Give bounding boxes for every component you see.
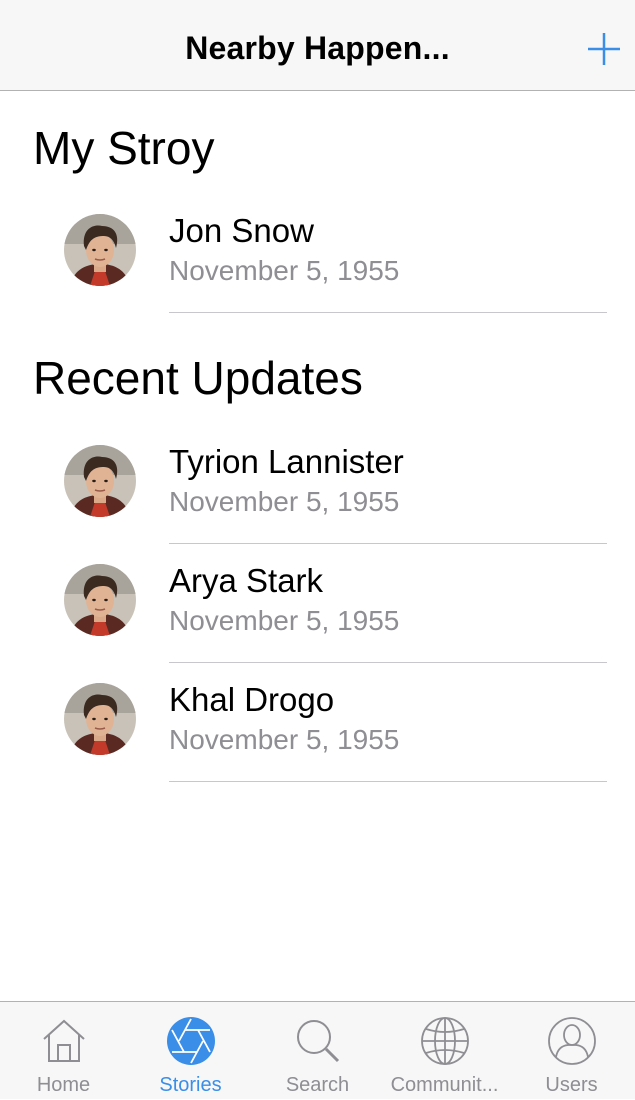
person-name: Arya Stark bbox=[169, 562, 324, 599]
section-header-my-story: My Stroy bbox=[33, 122, 215, 174]
list-item[interactable]: Khal Drogo November 5, 1955 bbox=[0, 663, 635, 782]
search-icon bbox=[297, 1020, 340, 1063]
page-title: Nearby Happen... bbox=[185, 30, 450, 66]
tab-label: Communit... bbox=[390, 1074, 499, 1096]
tab-bar: Home Stories Search Communit... Users bbox=[0, 1001, 635, 1099]
plus-icon[interactable] bbox=[585, 30, 623, 68]
post-date: November 5, 1955 bbox=[169, 605, 400, 636]
list-item[interactable]: Arya Stark November 5, 1955 bbox=[0, 544, 635, 663]
avatar bbox=[64, 214, 136, 286]
tab-label: Users bbox=[545, 1074, 598, 1096]
divider bbox=[169, 312, 607, 313]
aperture-icon bbox=[167, 1017, 215, 1065]
avatar bbox=[64, 564, 136, 636]
person-name: Jon Snow bbox=[169, 212, 314, 249]
home-icon bbox=[43, 1019, 85, 1062]
post-date: November 5, 1955 bbox=[169, 486, 400, 517]
globe-icon bbox=[421, 1017, 469, 1065]
tab-label: Stories bbox=[159, 1074, 222, 1096]
divider bbox=[169, 781, 607, 782]
tab-stories[interactable]: Stories bbox=[127, 1002, 254, 1100]
list-item[interactable]: Tyrion Lannister November 5, 1955 bbox=[0, 425, 635, 544]
post-date: November 5, 1955 bbox=[169, 724, 400, 755]
tab-users[interactable]: Users bbox=[508, 1002, 635, 1100]
tab-label: Search bbox=[285, 1074, 350, 1096]
person-name: Tyrion Lannister bbox=[169, 443, 404, 480]
post-date: November 5, 1955 bbox=[169, 255, 400, 286]
tab-label: Home bbox=[36, 1074, 91, 1096]
user-icon bbox=[548, 1017, 596, 1065]
section-header-recent-updates: Recent Updates bbox=[33, 352, 363, 404]
tab-community[interactable]: Communit... bbox=[381, 1002, 508, 1100]
tab-home[interactable]: Home bbox=[0, 1002, 127, 1100]
navigation-bar: Nearby Happen... bbox=[0, 0, 635, 91]
avatar bbox=[64, 445, 136, 517]
person-name: Khal Drogo bbox=[169, 681, 335, 718]
avatar bbox=[64, 683, 136, 755]
tab-search[interactable]: Search bbox=[254, 1002, 381, 1100]
list-item[interactable]: Jon Snow November 5, 1955 bbox=[0, 194, 635, 313]
